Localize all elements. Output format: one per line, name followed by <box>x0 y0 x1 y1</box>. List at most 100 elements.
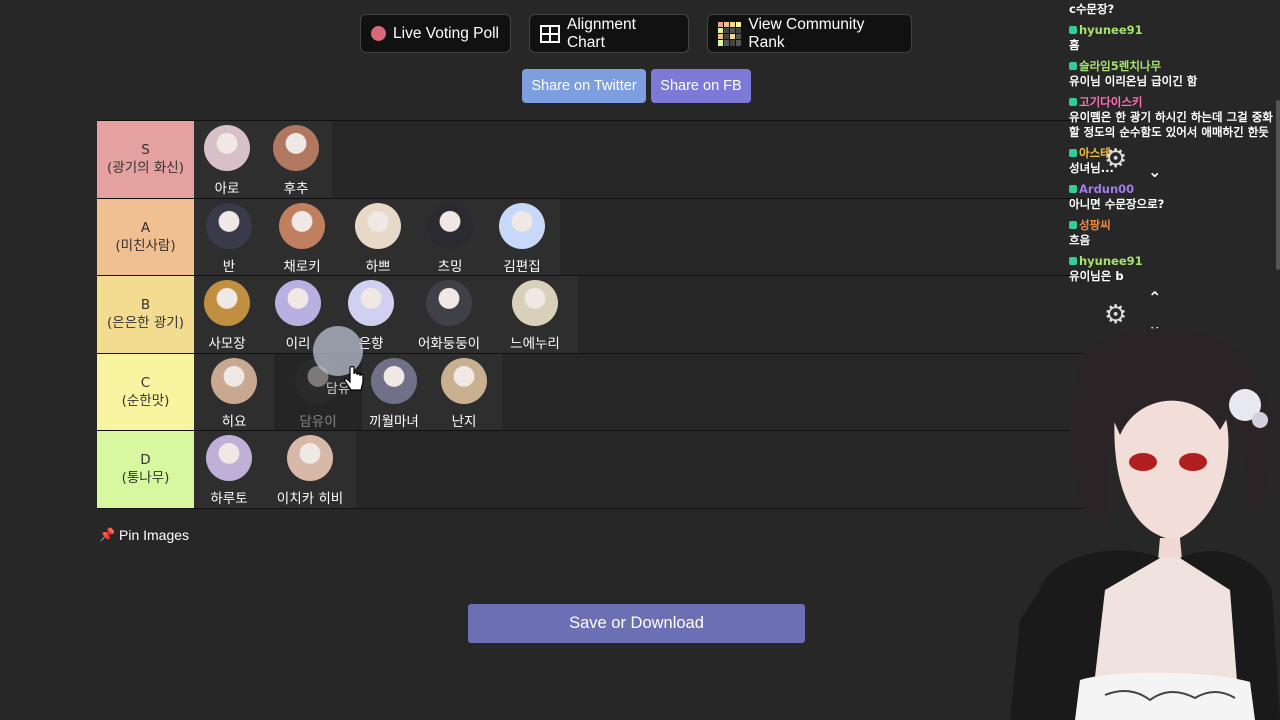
pushpin-icon: 📌 <box>99 527 116 542</box>
tier-rank: B <box>140 297 151 314</box>
stream-chat: c수문장? hyunee91 흠 슬라임5렌치나무 유이님 이리온님 급이긴 함 고기다이… <box>1066 0 1280 340</box>
tier-item[interactable]: 채로키 <box>264 198 340 275</box>
hand-cursor-icon <box>344 366 364 391</box>
chat-user-line: 고기다이스키 <box>1069 95 1277 110</box>
tier-label[interactable]: D (통나무) <box>97 431 194 508</box>
tier-mosaic-icon <box>718 21 742 46</box>
badge-icon <box>1069 26 1077 34</box>
tier-item[interactable]: 츠밍 <box>416 198 484 275</box>
tier-description: (은은한 광기) <box>107 315 184 332</box>
tier-item[interactable]: 난지 <box>426 353 502 430</box>
share-buttons: Share on Twitter Share on FB <box>522 69 751 103</box>
tier-item[interactable]: 히요 <box>194 353 274 430</box>
tier-item[interactable]: 어화둥둥이 <box>406 276 492 353</box>
avatar <box>204 280 250 326</box>
chat-user-line: hyunee91 <box>1069 23 1277 38</box>
tier-item[interactable]: 후추 <box>260 121 332 198</box>
item-name: 담유이 <box>299 413 337 430</box>
item-name: 난지 <box>451 413 477 430</box>
avatar <box>275 280 321 326</box>
tier-items: 하루토 이치카 히비 <box>194 431 356 508</box>
tier-items: 반 채로키 하쁘 츠밍 김편집 <box>194 198 560 275</box>
tier-item[interactable]: 하루토 <box>194 431 264 508</box>
avatar <box>211 357 257 404</box>
chat-message: c수문장? <box>1066 0 1280 21</box>
badge-icon <box>1069 185 1077 193</box>
tier-row-d: D (통나무) 하루토 이치카 히비 <box>97 431 1097 509</box>
share-twitter-button[interactable]: Share on Twitter <box>522 69 646 103</box>
avatar <box>348 280 394 326</box>
item-name: 김편집 <box>503 258 541 275</box>
tier-item[interactable]: 김편집 <box>484 198 560 275</box>
badge-icon <box>1069 149 1077 157</box>
avatar <box>427 202 473 249</box>
tier-label[interactable]: A (미친사람) <box>97 198 194 275</box>
tier-item[interactable]: 아로 <box>194 121 260 198</box>
chat-message: hyunee91 유이님은 b <box>1066 252 1280 288</box>
item-name: 채로키 <box>283 258 321 275</box>
item-name: 히요 <box>221 413 247 430</box>
chat-username[interactable]: 고기다이스키 <box>1079 95 1142 109</box>
tier-item[interactable]: 이치카 히비 <box>264 431 356 508</box>
tier-items: 사모장 이리 은향 어화둥둥이 느에누리 <box>194 276 578 353</box>
chat-text: 성녀님... <box>1069 161 1114 175</box>
tier-item[interactable]: 반 <box>194 198 264 275</box>
chat-username[interactable]: hyunee91 <box>1079 23 1143 37</box>
item-name: 어화둥둥이 <box>417 336 481 352</box>
avatar <box>279 202 325 249</box>
avatar <box>355 202 401 249</box>
alignment-chart-label: Alignment Chart <box>566 15 636 51</box>
pin-images-toggle[interactable]: 📌 Pin Images <box>99 527 189 543</box>
item-name: 후추 <box>283 181 309 197</box>
gear-icon[interactable]: ⚙ <box>1104 144 1127 174</box>
tier-row-s: S (광기의 화신) 아로 후추 <box>97 121 1097 199</box>
tier-label[interactable]: S (광기의 화신) <box>97 121 194 198</box>
chat-user-line: 슬라임5렌치나무 <box>1069 59 1277 74</box>
share-fb-button[interactable]: Share on FB <box>651 69 751 103</box>
tier-rank: D <box>140 452 151 469</box>
chat-message: 성팡씨 흐음 <box>1066 216 1280 252</box>
live-voting-poll-button[interactable]: Live Voting Poll <box>360 14 511 53</box>
tier-item[interactable]: 하쁘 <box>340 198 416 275</box>
tier-description: (광기의 화신) <box>107 160 184 177</box>
avatar <box>512 280 558 326</box>
chat-text: 흠 <box>1069 38 1080 52</box>
top-toolbar: Live Voting Poll Alignment Chart View Co… <box>360 14 912 53</box>
chat-user-line: hyunee91 <box>1069 254 1277 269</box>
chat-username[interactable]: Ardun00 <box>1079 182 1134 196</box>
chevron-down-icon[interactable]: ⌄ <box>1148 162 1161 181</box>
tier-item[interactable]: 사모장 <box>194 276 260 353</box>
chat-message: 슬라임5렌치나무 유이님 이리온님 급이긴 함 <box>1066 57 1280 93</box>
pin-images-label: Pin Images <box>119 527 190 543</box>
tier-rank: C <box>140 374 151 391</box>
chevron-up-icon[interactable]: ⌃ <box>1148 288 1161 307</box>
avatar <box>371 357 417 404</box>
tier-label[interactable]: B (은은한 광기) <box>97 276 194 353</box>
chat-scrollbar[interactable] <box>1276 100 1280 270</box>
chat-username[interactable]: 슬라임5렌치나무 <box>1079 59 1161 73</box>
item-name: 느에누리 <box>510 336 560 352</box>
chat-text: 흐음 <box>1069 233 1091 247</box>
tier-description: (미친사람) <box>115 237 176 254</box>
tier-items: 아로 후추 <box>194 121 332 198</box>
item-name: 이리 <box>285 336 311 352</box>
chat-text: c수문장? <box>1069 2 1115 16</box>
item-name: 하루토 <box>210 491 248 507</box>
save-download-button[interactable]: Save or Download <box>468 604 805 643</box>
avatar <box>441 357 487 404</box>
item-name: 반 <box>222 258 236 275</box>
vtuber-avatar <box>1010 328 1280 720</box>
chat-username[interactable]: 성팡씨 <box>1079 218 1111 232</box>
chat-username[interactable]: hyunee91 <box>1079 254 1143 268</box>
avatar <box>206 202 252 249</box>
tier-label[interactable]: C (순한맛) <box>97 353 194 430</box>
item-name: 끼월마녀 <box>369 413 419 430</box>
tier-rank: A <box>140 219 151 236</box>
alignment-chart-button[interactable]: Alignment Chart <box>529 14 689 53</box>
view-community-rank-button[interactable]: View Community Rank <box>707 14 912 53</box>
avatar <box>204 125 250 171</box>
avatar <box>426 280 472 326</box>
tier-item[interactable]: 끼월마녀 <box>362 353 426 430</box>
tier-item[interactable]: 느에누리 <box>492 276 578 353</box>
chat-text: 유이뗌은 한 광기 하시긴 하는데 그걸 중화할 정도의 순수함도 있어서 애매… <box>1069 110 1273 139</box>
